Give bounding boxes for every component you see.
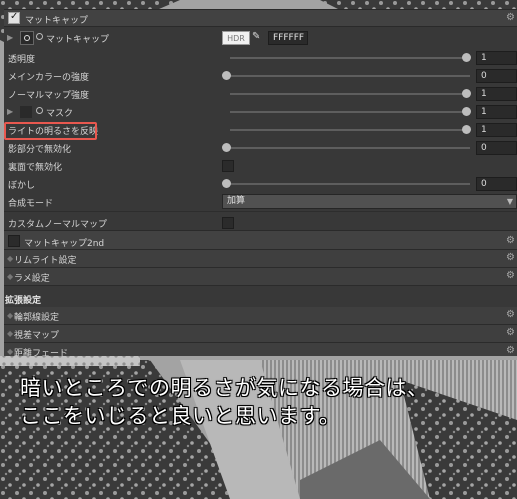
- gear-icon[interactable]: ⚙: [506, 309, 515, 320]
- distance-fade-title: 距離フェード: [14, 349, 69, 356]
- main-color-strength-value-field[interactable]: 0: [476, 69, 517, 83]
- matcap-texture-label: マットキャップ: [46, 35, 110, 45]
- outline-settings-header[interactable]: ◆ 輪郭線設定 ⚙: [4, 307, 517, 325]
- matcap-inspector-panel: マットキャップ ⚙ ▶ マットキャップ HDR ✎ FFFFFF 透明度 1 メ…: [4, 9, 517, 356]
- gear-icon[interactable]: ⚙: [506, 252, 515, 263]
- apply-light-brightness-value-field[interactable]: 1: [476, 123, 517, 137]
- parallax-map-title: 視差マップ: [14, 331, 60, 341]
- mask-label: マスク: [46, 109, 74, 119]
- blur-slider-track[interactable]: [230, 183, 470, 185]
- distance-fade-header[interactable]: ◆ 距離フェード ⚙: [4, 343, 517, 356]
- gear-icon[interactable]: ⚙: [506, 270, 515, 281]
- mask-slider-knob[interactable]: [462, 107, 471, 116]
- expand-arrow-icon: ◆: [7, 347, 14, 356]
- main-color-strength-slider-track[interactable]: [230, 75, 470, 77]
- glitter-settings-header[interactable]: ◆ ラメ設定 ⚙: [4, 268, 517, 286]
- glitter-settings-title: ラメ設定: [14, 274, 50, 284]
- main-color-strength-row: メインカラーの強度 0: [4, 67, 517, 85]
- gear-icon[interactable]: ⚙: [506, 345, 515, 356]
- blend-mode-row: 合成モード 加算 ▼: [4, 193, 517, 211]
- disable-in-shadow-slider-knob[interactable]: [222, 143, 231, 152]
- opacity-value-field[interactable]: 1: [476, 51, 517, 65]
- parallax-map-header[interactable]: ◆ 視差マップ ⚙: [4, 325, 517, 343]
- extended-settings-header: 拡張設定: [4, 290, 517, 308]
- mask-row: ▶ マスク 1: [4, 103, 517, 121]
- main-color-strength-label: メインカラーの強度: [8, 73, 90, 83]
- caption-line-2: ここをいじると良いと思います。: [20, 404, 341, 428]
- expand-arrow-icon: ◆: [7, 272, 14, 281]
- disable-in-shadow-value-field[interactable]: 0: [476, 141, 517, 155]
- gear-icon[interactable]: ⚙: [506, 327, 515, 338]
- gear-icon[interactable]: ⚙: [506, 235, 515, 246]
- matcap-section-header[interactable]: マットキャップ ⚙: [4, 9, 517, 27]
- mask-value-field[interactable]: 1: [476, 105, 517, 119]
- blend-mode-label: 合成モード: [8, 199, 54, 209]
- hdr-color-swatch[interactable]: HDR: [222, 31, 250, 45]
- disable-in-shadow-slider-track[interactable]: [230, 147, 470, 149]
- disable-on-backface-checkbox[interactable]: [222, 160, 234, 172]
- matcap-texture-row: ▶ マットキャップ HDR ✎ FFFFFF: [4, 29, 517, 47]
- normal-map-strength-label: ノーマルマップ強度: [8, 91, 90, 101]
- rim-light-settings-title: リムライト設定: [14, 256, 77, 266]
- gear-icon[interactable]: ⚙: [506, 12, 515, 23]
- main-color-strength-slider-knob[interactable]: [222, 71, 231, 80]
- matcap-enable-checkbox[interactable]: [8, 11, 20, 24]
- blur-slider-knob[interactable]: [222, 179, 231, 188]
- eyedropper-icon[interactable]: ✎: [252, 31, 260, 42]
- custom-normal-map-row: カスタムノーマルマップ: [4, 211, 517, 231]
- disable-in-shadow-label: 影部分で無効化: [8, 145, 72, 155]
- normal-map-strength-slider-knob[interactable]: [462, 89, 471, 98]
- matcap2nd-title: マットキャップ2nd: [24, 239, 105, 249]
- matcap-section-title: マットキャップ: [25, 16, 89, 26]
- custom-normal-map-label: カスタムノーマルマップ: [8, 220, 108, 230]
- expand-arrow-icon: ◆: [7, 311, 14, 320]
- normal-map-strength-row: ノーマルマップ強度 1: [4, 85, 517, 103]
- mask-texture-slot[interactable]: [20, 106, 32, 118]
- caption-text: 暗いところでの明るさが気になる場合は、 ここをいじると良いと思います。: [20, 374, 515, 430]
- normal-map-strength-slider-track[interactable]: [230, 93, 470, 95]
- expand-arrow-icon[interactable]: ▶: [7, 33, 13, 42]
- matcap2nd-section-header[interactable]: マットキャップ2nd ⚙: [4, 230, 517, 250]
- blend-mode-selected: 加算: [227, 196, 246, 206]
- apply-light-brightness-slider-knob[interactable]: [462, 125, 471, 134]
- blend-mode-dropdown[interactable]: 加算 ▼: [222, 194, 517, 209]
- chevron-down-icon: ▼: [506, 197, 513, 206]
- apply-light-brightness-slider-track[interactable]: [230, 129, 470, 131]
- disable-in-shadow-row: 影部分で無効化 0: [4, 139, 517, 157]
- caption-line-1: 暗いところでの明るさが気になる場合は、: [20, 376, 429, 400]
- opacity-slider-knob[interactable]: [462, 53, 471, 62]
- blur-value-field[interactable]: 0: [476, 177, 517, 191]
- matcap-preview-icon: [24, 35, 30, 41]
- opacity-slider-track[interactable]: [230, 57, 470, 59]
- highlight-box: [4, 122, 97, 140]
- texture-target-icon[interactable]: [36, 33, 43, 40]
- disable-on-backface-label: 裏面で無効化: [8, 163, 63, 173]
- expand-arrow-icon: ◆: [7, 254, 14, 263]
- mask-slider-track[interactable]: [230, 111, 470, 113]
- expand-arrow-icon[interactable]: ▶: [7, 107, 13, 116]
- texture-target-icon[interactable]: [36, 107, 43, 114]
- disable-on-backface-row: 裏面で無効化: [4, 157, 517, 175]
- blur-row: ぼかし 0: [4, 175, 517, 193]
- extended-settings-title: 拡張設定: [5, 296, 42, 306]
- opacity-row: 透明度 1: [4, 49, 517, 67]
- texture-slot[interactable]: [20, 31, 34, 45]
- rim-light-settings-header[interactable]: ◆ リムライト設定 ⚙: [4, 250, 517, 268]
- expand-arrow-icon: ◆: [7, 329, 14, 338]
- outline-settings-title: 輪郭線設定: [14, 313, 60, 323]
- blur-label: ぼかし: [8, 181, 36, 191]
- matcap2nd-enable-checkbox[interactable]: [8, 235, 20, 247]
- opacity-label: 透明度: [8, 55, 36, 65]
- normal-map-strength-value-field[interactable]: 1: [476, 87, 517, 101]
- custom-normal-map-checkbox[interactable]: [222, 217, 234, 229]
- color-hex-field[interactable]: FFFFFF: [268, 31, 308, 45]
